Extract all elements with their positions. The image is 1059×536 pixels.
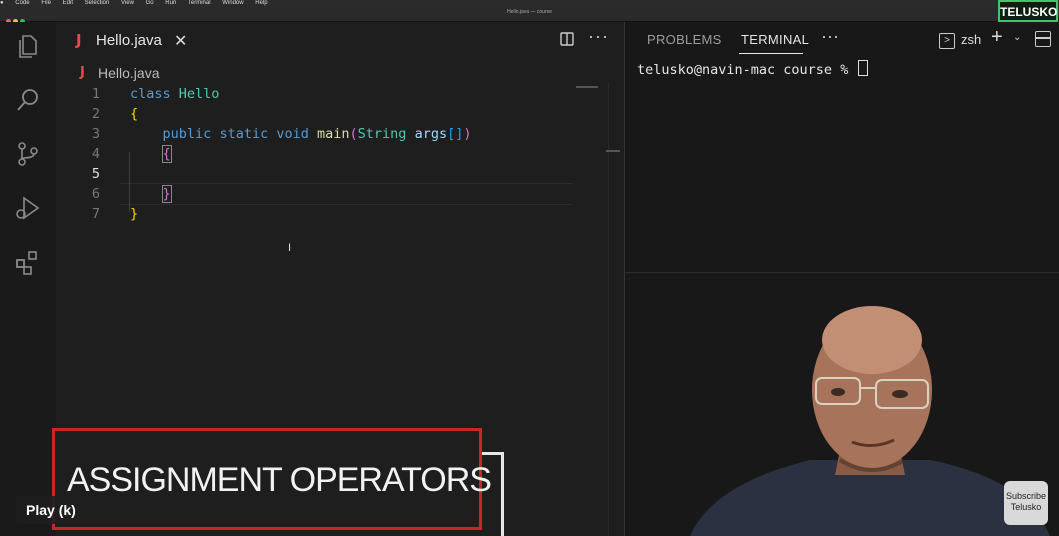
code-text: } — [130, 184, 172, 204]
split-editor-icon[interactable] — [560, 32, 574, 46]
code-text: { — [130, 144, 172, 164]
window-title-bar: Hello.java — course — [0, 7, 1059, 24]
breadcrumb-item[interactable]: Hello.java — [98, 65, 159, 81]
code-token: } — [161, 185, 172, 203]
channel-name: TELUSKO — [1000, 5, 1058, 19]
code-text: { — [130, 104, 138, 124]
explorer-icon[interactable] — [14, 32, 42, 60]
code-token: void — [276, 126, 309, 142]
apple-menu-icon[interactable]: ● — [0, 0, 4, 6]
code-token: ( — [349, 126, 358, 142]
line-number: 3 — [91, 126, 100, 142]
line-number: 6 — [91, 186, 100, 202]
line-number: 7 — [91, 206, 100, 222]
code-token: String — [357, 126, 407, 142]
lower-third-title-box: ASSIGNMENT OPERATORS — [52, 428, 492, 530]
terminal-shell-icon[interactable]: > — [939, 33, 955, 49]
tab-label: Hello.java — [96, 32, 162, 49]
close-icon[interactable]: ✕ — [174, 31, 187, 51]
menu-item-help[interactable]: Help — [255, 0, 267, 6]
terminal-prompt[interactable]: telusko@navin-mac course % — [637, 60, 869, 78]
more-actions-icon[interactable]: ··· — [588, 26, 609, 47]
code-line[interactable]: 4 { — [56, 144, 576, 164]
run-debug-icon[interactable] — [14, 194, 42, 222]
menu-item-window[interactable]: Window — [222, 0, 243, 6]
panel-tab-bar: PROBLEMS TERMINAL ··· > zsh + ⌄ — [625, 22, 1059, 60]
code-token: static — [219, 126, 269, 142]
menu-item-edit[interactable]: Edit — [63, 0, 73, 6]
extensions-icon[interactable] — [14, 248, 42, 276]
activity-bar — [0, 22, 56, 536]
code-line[interactable]: 5 — [56, 164, 576, 184]
code-text: class Hello — [130, 84, 219, 104]
text-cursor-icon: I — [288, 242, 292, 254]
new-terminal-icon[interactable]: + — [991, 26, 1003, 49]
menu-item-go[interactable]: Go — [146, 0, 154, 6]
scroll-thumb[interactable] — [606, 150, 620, 152]
terminal-shell-label[interactable]: zsh — [961, 32, 981, 47]
play-tooltip: Play (k) — [16, 496, 86, 524]
code-token: [] — [447, 126, 464, 142]
code-token: { — [130, 106, 139, 122]
code-line[interactable]: 1 class Hello — [56, 84, 576, 104]
tab-terminal[interactable]: TERMINAL — [741, 32, 809, 47]
source-control-icon[interactable] — [14, 140, 42, 168]
lower-third-title: ASSIGNMENT OPERATORS — [67, 461, 492, 499]
menu-bar: ● Code File Edit Selection View Go Run T… — [0, 0, 1059, 7]
menu-item-file[interactable]: File — [41, 0, 51, 6]
code-token: main — [317, 126, 350, 142]
menu-item-view[interactable]: View — [121, 0, 134, 6]
code-token: ) — [463, 126, 472, 142]
code-text: public static void main(String args[]) — [130, 124, 472, 144]
editor-tab-bar: J Hello.java ✕ ··· — [56, 22, 623, 60]
tab-problems[interactable]: PROBLEMS — [647, 32, 722, 47]
panel-divider — [625, 272, 1059, 273]
code-token: } — [130, 206, 139, 222]
line-number: 1 — [91, 86, 100, 102]
prompt-text: telusko@navin-mac course % — [637, 62, 857, 78]
active-tab-indicator — [739, 53, 803, 54]
line-number: 4 — [91, 146, 100, 162]
code-text: } — [130, 204, 138, 224]
code-line[interactable]: 7} — [56, 204, 576, 224]
search-icon[interactable] — [14, 86, 42, 114]
code-token: public — [162, 126, 212, 142]
menu-item-run[interactable]: Run — [165, 0, 176, 6]
java-file-icon: J — [76, 31, 82, 49]
code-token: { — [161, 145, 172, 163]
java-file-icon: J — [80, 65, 85, 80]
chevron-down-icon[interactable]: ⌄ — [1013, 32, 1021, 43]
subscribe-button[interactable]: Subscribe Telusko — [1004, 481, 1048, 525]
subscribe-channel: Telusko — [1010, 502, 1042, 512]
terminal-cursor — [858, 60, 869, 76]
menu-item-terminal[interactable]: Terminal — [188, 0, 211, 6]
code-token: class — [130, 86, 171, 102]
presenter-video — [690, 306, 1050, 536]
menu-item-selection[interactable]: Selection — [85, 0, 110, 6]
line-number: 5 — [91, 166, 100, 182]
code-token: args — [414, 126, 448, 142]
panel-more-icon[interactable]: ··· — [821, 26, 839, 47]
minimap[interactable] — [576, 86, 598, 88]
panel-layout-icon[interactable] — [1035, 31, 1051, 47]
code-line[interactable]: 3 public static void main(String args[]) — [56, 124, 576, 144]
window-title: Hello.java — course — [507, 9, 552, 15]
channel-badge: TELUSKO — [998, 0, 1058, 22]
line-number: 2 — [91, 106, 100, 122]
menu-item-code[interactable]: Code — [15, 0, 29, 6]
code-token: Hello — [178, 86, 220, 102]
code-line[interactable]: 2{ — [56, 104, 576, 124]
subscribe-label: Subscribe — [1005, 491, 1047, 501]
code-line[interactable]: 6 } — [56, 184, 576, 204]
